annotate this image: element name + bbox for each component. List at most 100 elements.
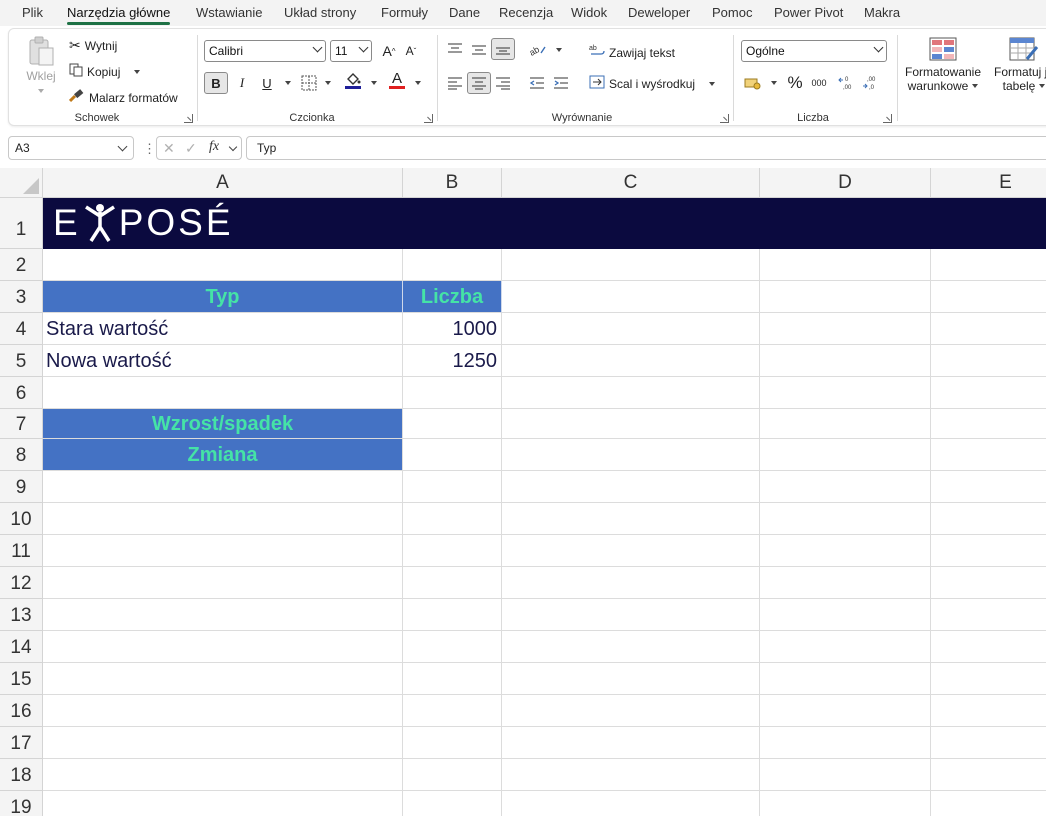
format-as-table-button[interactable]: Formatuj ja tabelę (989, 37, 1046, 93)
tab-review[interactable]: Recenzja (499, 5, 553, 20)
cell-a7[interactable]: Wzrost/spadek (43, 409, 403, 439)
grid-cell[interactable] (760, 599, 931, 631)
grid-cell[interactable] (931, 503, 1046, 535)
grid-cell[interactable] (502, 663, 760, 695)
grid-cell[interactable] (502, 439, 760, 471)
select-all-corner[interactable] (0, 168, 43, 198)
underline-button[interactable]: U (255, 72, 279, 94)
row-header-9[interactable]: 9 (0, 471, 43, 503)
grid-cell[interactable] (502, 759, 760, 791)
borders-icon[interactable] (297, 72, 321, 94)
grid-cell[interactable] (931, 727, 1046, 759)
fill-color-dropdown-icon[interactable] (371, 81, 377, 85)
grid-cell[interactable] (43, 791, 403, 816)
grid-cell[interactable] (43, 535, 403, 567)
grid-cell[interactable] (760, 567, 931, 599)
cell-b3[interactable]: Liczba (403, 281, 502, 313)
row-header-6[interactable]: 6 (0, 377, 43, 409)
italic-button[interactable]: I (230, 72, 254, 94)
row-header-2[interactable]: 2 (0, 249, 43, 281)
tab-insert[interactable]: Wstawianie (196, 5, 262, 20)
grid-cell[interactable] (403, 663, 502, 695)
grid-cell[interactable] (760, 409, 931, 439)
grid-cell[interactable] (502, 791, 760, 816)
grid-cell[interactable] (403, 377, 502, 409)
grid-cell[interactable] (760, 695, 931, 727)
grid-cell[interactable] (760, 377, 931, 409)
underline-dropdown-icon[interactable] (285, 81, 291, 85)
percent-style-icon[interactable]: % (783, 72, 807, 94)
fill-color-icon[interactable] (341, 69, 365, 91)
merge-center-dropdown-icon[interactable] (709, 81, 716, 86)
grid-cell[interactable] (502, 377, 760, 409)
row-header-18[interactable]: 18 (0, 759, 43, 791)
grid-cell[interactable] (502, 695, 760, 727)
grid-cell[interactable] (931, 249, 1046, 281)
grid-cell[interactable] (760, 281, 931, 313)
increase-decimal-icon[interactable]: 0,00 (835, 72, 859, 94)
grid-cell[interactable] (403, 471, 502, 503)
font-color-icon[interactable]: A (385, 69, 409, 91)
grid-cell[interactable] (931, 377, 1046, 409)
number-launcher-icon[interactable] (883, 114, 892, 123)
row-header-19[interactable]: 19 (0, 791, 43, 816)
grid-cell[interactable] (760, 535, 931, 567)
clipboard-launcher-icon[interactable] (184, 114, 193, 123)
cut-button[interactable]: ✂ Wytnij (69, 37, 117, 54)
grid-cell[interactable] (43, 695, 403, 727)
grid-cell[interactable] (502, 471, 760, 503)
align-right-icon[interactable] (491, 72, 515, 94)
orientation-dropdown-icon[interactable] (556, 48, 562, 52)
grid-cell[interactable] (502, 727, 760, 759)
tab-power-pivot[interactable]: Power Pivot (774, 5, 843, 20)
row-header-13[interactable]: 13 (0, 599, 43, 631)
grid-cell[interactable] (403, 503, 502, 535)
copy-dropdown-icon[interactable] (134, 69, 141, 74)
tab-help[interactable]: Pomoc (712, 5, 752, 20)
formula-expand-chevron-icon[interactable] (228, 142, 238, 152)
number-format-select[interactable]: Ogólne (741, 40, 887, 62)
grid-cell[interactable] (931, 439, 1046, 471)
grid-cell[interactable] (931, 599, 1046, 631)
cell-a5[interactable]: Nowa wartość (43, 345, 403, 377)
accounting-dropdown-icon[interactable] (771, 81, 777, 85)
grid-cell[interactable] (43, 759, 403, 791)
format-painter-button[interactable]: Malarz formatów (68, 89, 178, 106)
tab-file[interactable]: Plik (22, 5, 43, 20)
grid-cell[interactable] (43, 663, 403, 695)
formula-input[interactable]: Typ (246, 136, 1046, 160)
grid-cell[interactable] (502, 409, 760, 439)
grid-cell[interactable] (502, 503, 760, 535)
grid-cell[interactable] (403, 599, 502, 631)
grid-cell[interactable] (931, 567, 1046, 599)
grid-cell[interactable] (43, 377, 403, 409)
cancel-icon[interactable]: ✕ (163, 140, 175, 157)
grid-cell[interactable] (43, 599, 403, 631)
grid-cell[interactable] (403, 409, 502, 439)
column-header-b[interactable]: B (403, 168, 502, 198)
orientation-icon[interactable]: ab (525, 38, 549, 60)
column-header-e[interactable]: E (931, 168, 1046, 198)
merge-center-button[interactable]: Scal i wyśrodkuj (589, 75, 716, 92)
alignment-launcher-icon[interactable] (720, 114, 729, 123)
name-box[interactable]: A3 (8, 136, 134, 160)
align-middle-icon[interactable] (467, 38, 491, 60)
grid-cell[interactable] (502, 567, 760, 599)
grid-cell[interactable] (403, 567, 502, 599)
grid-cell[interactable] (403, 249, 502, 281)
row-header-12[interactable]: 12 (0, 567, 43, 599)
grid-cell[interactable] (502, 631, 760, 663)
grid-cell[interactable] (403, 791, 502, 816)
grid-cell[interactable] (931, 313, 1046, 345)
grid-cell[interactable] (502, 345, 760, 377)
grid-cell[interactable] (43, 249, 403, 281)
grid-cell[interactable] (43, 567, 403, 599)
paste-button[interactable]: Wklej (21, 35, 61, 105)
align-bottom-icon[interactable] (491, 38, 515, 60)
borders-dropdown-icon[interactable] (325, 81, 331, 85)
tab-macros[interactable]: Makra (864, 5, 900, 20)
grid-cell[interactable] (760, 313, 931, 345)
tab-data[interactable]: Dane (449, 5, 480, 20)
row-header-14[interactable]: 14 (0, 631, 43, 663)
cell-a3[interactable]: Typ (43, 281, 403, 313)
